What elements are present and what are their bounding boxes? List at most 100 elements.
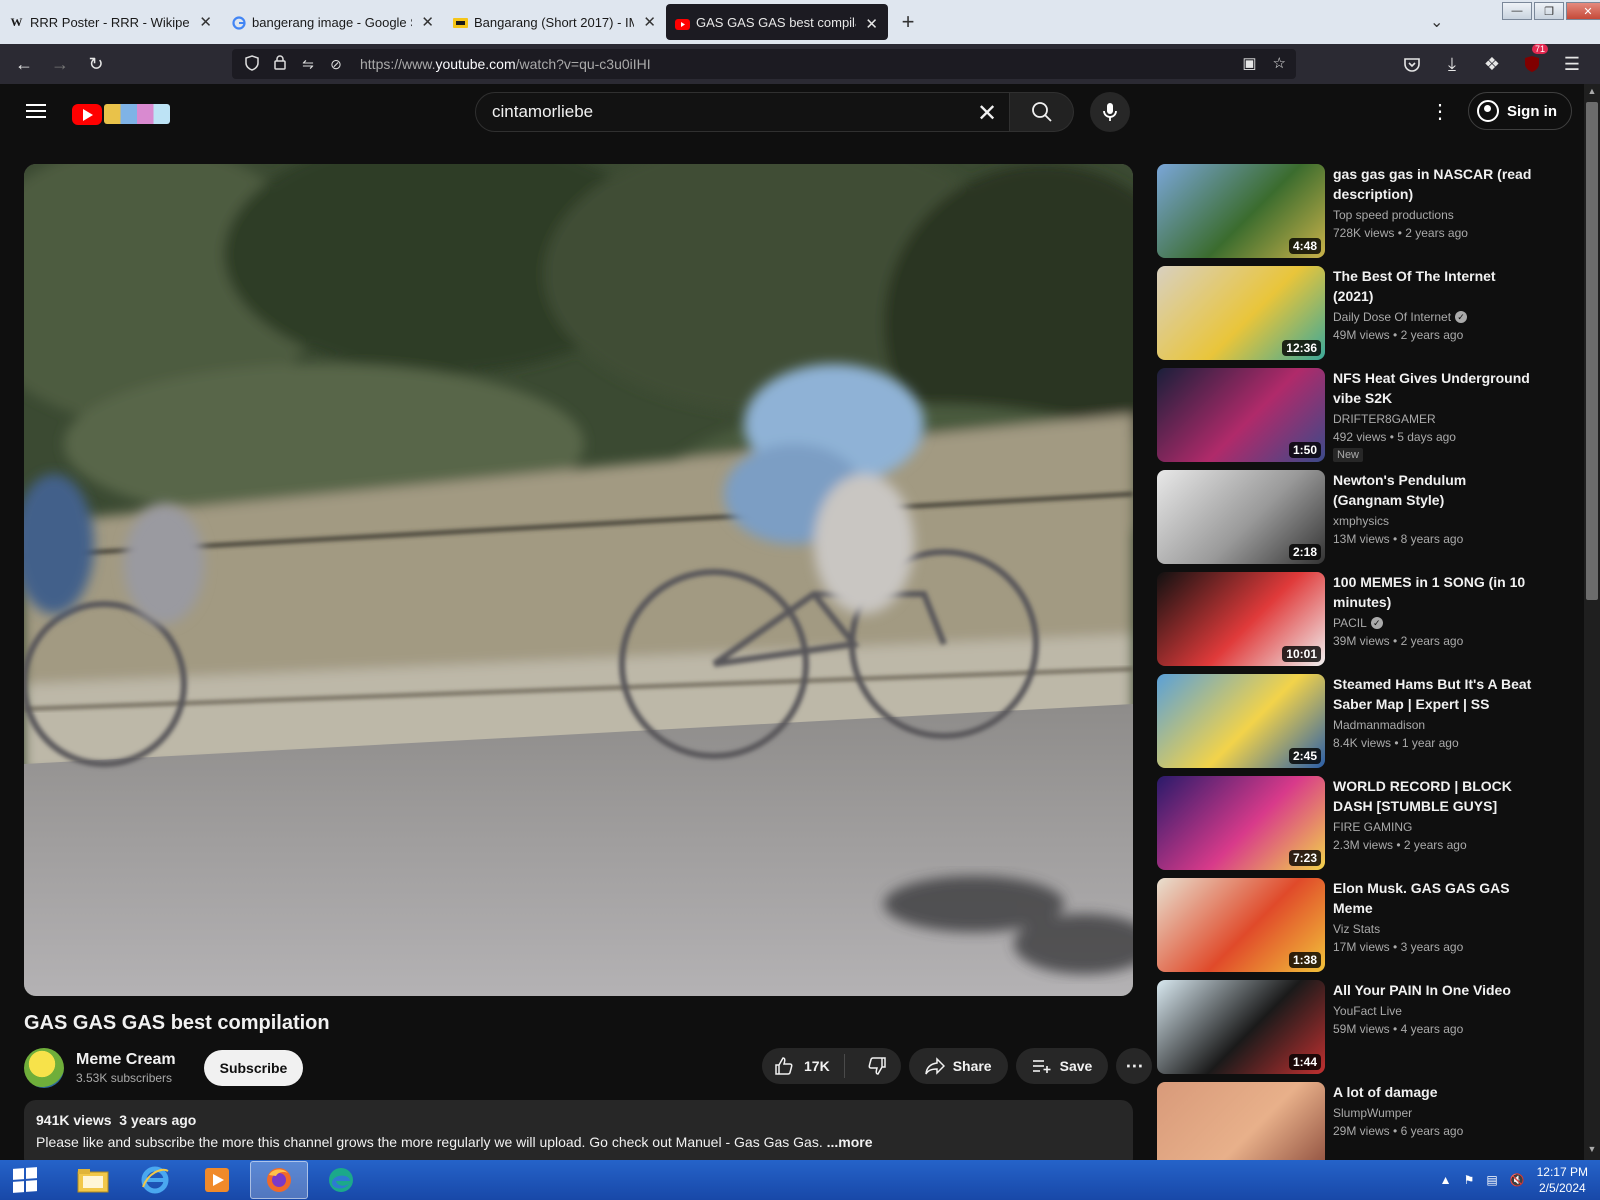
- voice-search-button[interactable]: [1090, 92, 1130, 132]
- recommended-video-title[interactable]: gas gas gas in NASCAR (read description): [1333, 164, 1537, 204]
- recommended-video-title[interactable]: Elon Musk. GAS GAS GAS Meme: [1333, 878, 1537, 918]
- guide-menu-icon[interactable]: [24, 100, 48, 124]
- recommended-video-title[interactable]: The Best Of The Internet (2021): [1333, 266, 1537, 306]
- tray-overflow-icon[interactable]: ▲: [1440, 1173, 1452, 1187]
- recommended-video[interactable]: 7:23 WORLD RECORD | BLOCK DASH [STUMBLE G…: [1157, 776, 1537, 878]
- new-tab-button[interactable]: +: [888, 0, 928, 44]
- video-thumbnail[interactable]: 10:01: [1157, 572, 1325, 666]
- video-thumbnail[interactable]: 1:44: [1157, 980, 1325, 1074]
- recommended-channel-name[interactable]: Top speed productions: [1333, 208, 1454, 222]
- volume-muted-icon[interactable]: 🔇: [1510, 1173, 1525, 1187]
- restore-icon[interactable]: ❐: [1534, 2, 1564, 20]
- like-button[interactable]: 17K: [762, 1054, 845, 1078]
- start-button[interactable]: [0, 1160, 50, 1200]
- recommended-video-title[interactable]: 100 MEMES in 1 SONG (in 10 minutes): [1333, 572, 1537, 612]
- search-button[interactable]: [1010, 92, 1074, 132]
- window-close-icon[interactable]: ✕: [1566, 2, 1600, 20]
- recommended-channel-name[interactable]: PACIL: [1333, 616, 1367, 630]
- subscribe-button[interactable]: Subscribe: [203, 1050, 304, 1086]
- recommended-channel-name[interactable]: SlumpWumper: [1333, 1106, 1412, 1120]
- settings-kebab-icon[interactable]: ⋮: [1428, 100, 1452, 124]
- recommended-video[interactable]: 12:36 The Best Of The Internet (2021) Dail…: [1157, 266, 1537, 368]
- close-tab-icon[interactable]: ✕: [199, 13, 212, 31]
- recommended-video-title[interactable]: NFS Heat Gives Underground vibe S2K: [1333, 368, 1537, 408]
- video-player[interactable]: [24, 164, 1133, 996]
- bookmark-star-icon[interactable]: ☆: [1273, 54, 1286, 72]
- browser-tab[interactable]: W RRR Poster - RRR - Wikipedia ✕: [0, 2, 222, 42]
- dislike-button[interactable]: [853, 1056, 901, 1076]
- video-thumbnail[interactable]: 4:48: [1157, 164, 1325, 258]
- recommended-channel-name[interactable]: Daily Dose Of Internet: [1333, 310, 1451, 324]
- browser-tab[interactable]: bangerang image - Google Sear ✕: [222, 2, 444, 42]
- action-center-flag-icon[interactable]: ⚑: [1464, 1173, 1475, 1187]
- pocket-icon[interactable]: [1394, 46, 1430, 82]
- recommended-video-title[interactable]: A lot of damage: [1333, 1082, 1537, 1102]
- browser-tab[interactable]: Bangarang (Short 2017) - IMDb ✕: [444, 2, 666, 42]
- reload-icon[interactable]: ↻: [78, 46, 114, 82]
- recommended-video[interactable]: 4:48 gas gas gas in NASCAR (read descript…: [1157, 164, 1537, 266]
- ublock-extension-icon[interactable]: 71: [1514, 44, 1550, 82]
- recommended-channel-name[interactable]: Madmanmadison: [1333, 718, 1425, 732]
- close-tab-icon[interactable]: ✕: [865, 15, 878, 33]
- recommended-channel-name[interactable]: YouFact Live: [1333, 1004, 1402, 1018]
- app-menu-icon[interactable]: ☰: [1554, 46, 1590, 82]
- lock-icon[interactable]: [268, 55, 292, 73]
- recommended-video[interactable]: 2:45 Steamed Hams But It's A Beat Saber M…: [1157, 674, 1537, 776]
- description-box[interactable]: 941K views 3 years ago Please like and s…: [24, 1100, 1133, 1160]
- forward-icon[interactable]: →: [42, 46, 78, 82]
- share-button[interactable]: Share: [908, 1048, 1008, 1084]
- scroll-down-icon[interactable]: ▼: [1584, 1144, 1600, 1158]
- internet-explorer-icon[interactable]: [126, 1161, 184, 1199]
- show-more-link[interactable]: ...more: [827, 1134, 873, 1150]
- close-tab-icon[interactable]: ✕: [643, 13, 656, 31]
- video-thumbnail[interactable]: 1:50: [1157, 368, 1325, 462]
- file-explorer-icon[interactable]: [64, 1161, 122, 1199]
- channel-avatar[interactable]: [24, 1048, 64, 1088]
- picture-in-picture-icon[interactable]: ▣: [1242, 54, 1256, 72]
- recommended-video[interactable]: 1:50 NFS Heat Gives Underground vibe S2K D…: [1157, 368, 1537, 470]
- recommended-video-title[interactable]: All Your PAIN In One Video: [1333, 980, 1537, 1000]
- video-thumbnail[interactable]: 2:45: [1157, 674, 1325, 768]
- video-thumbnail[interactable]: 7:23: [1157, 776, 1325, 870]
- video-thumbnail[interactable]: 1:38: [1157, 878, 1325, 972]
- extensions-icon[interactable]: ❖: [1474, 46, 1510, 82]
- recommended-video[interactable]: 10:01 100 MEMES in 1 SONG (in 10 minutes)…: [1157, 572, 1537, 674]
- page-scrollbar[interactable]: ▲ ▼: [1584, 84, 1600, 1160]
- recommended-video[interactable]: 1:38 Elon Musk. GAS GAS GAS Meme Viz Stats…: [1157, 878, 1537, 980]
- video-thumbnail[interactable]: 12:36: [1157, 266, 1325, 360]
- search-input[interactable]: cintamorliebe ✕: [475, 92, 1010, 132]
- edge-icon[interactable]: [312, 1161, 370, 1199]
- video-thumbnail[interactable]: 2:18: [1157, 470, 1325, 564]
- recommended-video[interactable]: 2:18 Newton's Pendulum (Gangnam Style) xmp…: [1157, 470, 1537, 572]
- minimize-icon[interactable]: —: [1502, 2, 1532, 20]
- permissions-icon[interactable]: ⇋: [296, 56, 320, 73]
- video-thumbnail[interactable]: [1157, 1082, 1325, 1160]
- clock[interactable]: 12:17 PM 2/5/2024: [1537, 1164, 1588, 1196]
- recommended-video[interactable]: 1:44 All Your PAIN In One Video YouFact Li…: [1157, 980, 1537, 1082]
- media-player-icon[interactable]: [188, 1161, 246, 1199]
- back-icon[interactable]: ←: [6, 46, 42, 82]
- close-tab-icon[interactable]: ✕: [421, 13, 434, 31]
- channel-name[interactable]: Meme Cream: [76, 1051, 176, 1069]
- address-bar[interactable]: ⇋ ⊘ https://www.youtube.com/watch?v=qu-c…: [232, 49, 1296, 79]
- network-icon[interactable]: ▤: [1486, 1173, 1497, 1187]
- scroll-up-icon[interactable]: ▲: [1584, 86, 1600, 100]
- autoplay-blocked-icon[interactable]: ⊘: [324, 56, 348, 73]
- recommended-video-title[interactable]: Steamed Hams But It's A Beat Saber Map |…: [1333, 674, 1537, 714]
- recommended-video[interactable]: A lot of damage SlumpWumper 29M views • 6 …: [1157, 1082, 1537, 1160]
- recommended-channel-name[interactable]: Viz Stats: [1333, 922, 1380, 936]
- recommended-channel-name[interactable]: xmphysics: [1333, 514, 1389, 528]
- recommended-channel-name[interactable]: DRIFTER8GAMER: [1333, 412, 1436, 426]
- downloads-icon[interactable]: ⤓: [1434, 46, 1470, 82]
- recommended-video-title[interactable]: WORLD RECORD | BLOCK DASH [STUMBLE GUYS]: [1333, 776, 1537, 816]
- recommended-video-title[interactable]: Newton's Pendulum (Gangnam Style): [1333, 470, 1537, 510]
- youtube-logo[interactable]: [72, 102, 172, 126]
- recommended-channel-name[interactable]: FIRE GAMING: [1333, 820, 1412, 834]
- more-actions-icon[interactable]: ⋯: [1116, 1048, 1153, 1084]
- clear-search-icon[interactable]: ✕: [973, 99, 1001, 128]
- firefox-taskbar-icon[interactable]: [250, 1161, 308, 1199]
- save-button[interactable]: Save: [1015, 1048, 1109, 1084]
- list-all-tabs-icon[interactable]: ⌄: [1430, 12, 1443, 32]
- scrollbar-thumb[interactable]: [1586, 102, 1598, 600]
- tracking-shield-icon[interactable]: [240, 54, 264, 74]
